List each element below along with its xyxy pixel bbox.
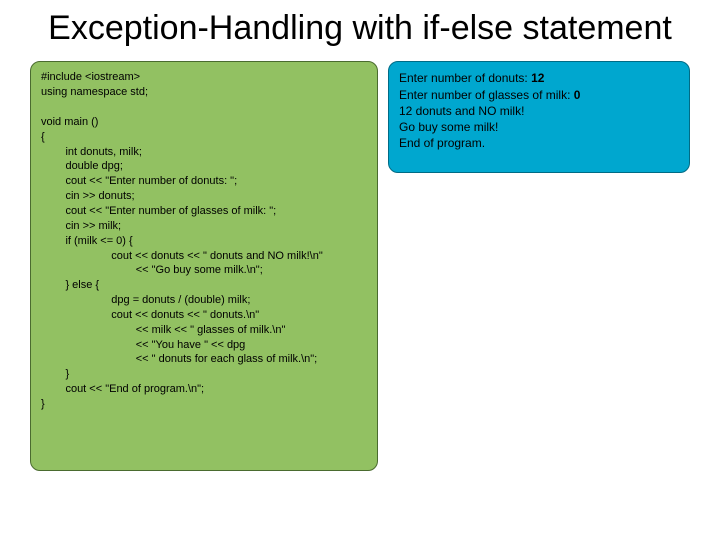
output-line: 12 donuts and NO milk!: [399, 103, 679, 119]
output-line: Go buy some milk!: [399, 119, 679, 135]
slide-title: Exception-Handling with if-else statemen…: [30, 10, 690, 47]
code-listing: #include <iostream> using namespace std;…: [30, 61, 378, 471]
program-output: Enter number of donuts: 12 Enter number …: [388, 61, 690, 173]
output-line: Enter number of donuts: 12: [399, 70, 679, 86]
output-line: Enter number of glasses of milk: 0: [399, 87, 679, 103]
content-columns: #include <iostream> using namespace std;…: [30, 61, 690, 471]
output-line: End of program.: [399, 135, 679, 151]
